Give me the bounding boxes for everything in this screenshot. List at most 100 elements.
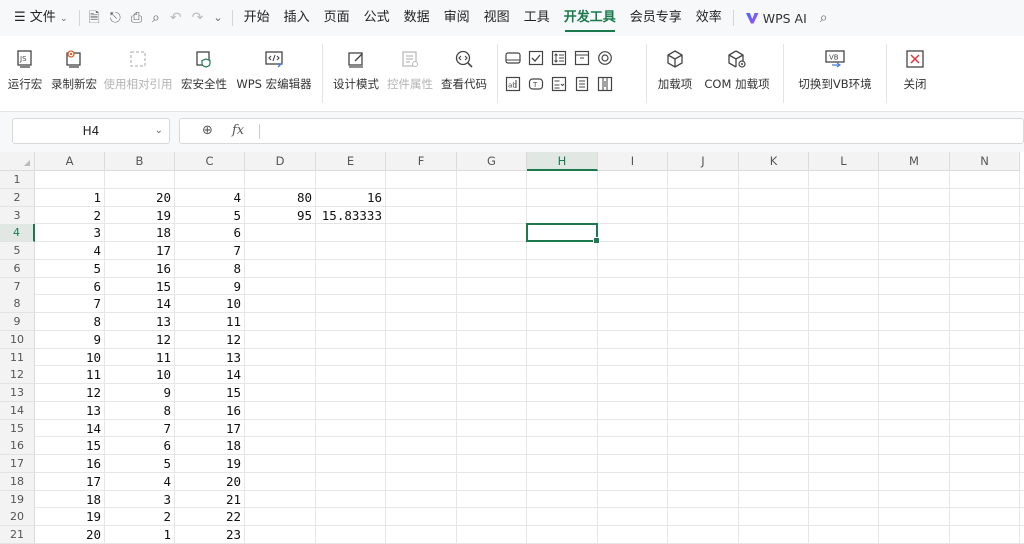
cell-c8[interactable]: 10	[175, 295, 245, 313]
cell-a16[interactable]: 15	[35, 437, 105, 455]
column-header-a[interactable]: A	[35, 152, 105, 171]
run-macro-button[interactable]: JS 运行宏	[2, 36, 48, 111]
tab-view[interactable]: 视图	[477, 0, 517, 36]
select-all-corner[interactable]	[0, 152, 35, 171]
row-header-19[interactable]: 19	[0, 490, 35, 509]
cell-a5[interactable]: 4	[35, 242, 105, 260]
cell-b18[interactable]: 4	[105, 473, 175, 491]
row-header-3[interactable]: 3	[0, 206, 35, 225]
label-control-icon[interactable]: ab	[504, 75, 522, 93]
cell-b15[interactable]: 7	[105, 420, 175, 438]
cell-a17[interactable]: 16	[35, 455, 105, 473]
row-header-6[interactable]: 6	[0, 259, 35, 278]
cell-c17[interactable]: 19	[175, 455, 245, 473]
cell-c5[interactable]: 7	[175, 242, 245, 260]
cell-c13[interactable]: 15	[175, 384, 245, 402]
cell-b10[interactable]: 12	[105, 331, 175, 349]
macro-editor-button[interactable]: WPS 宏编辑器	[232, 36, 316, 111]
view-code-button[interactable]: 查看代码	[437, 36, 491, 111]
checkbox-control-icon[interactable]	[527, 49, 545, 67]
wps-ai-button[interactable]: WPS AI	[738, 11, 815, 26]
cell-a9[interactable]: 8	[35, 313, 105, 331]
tab-page[interactable]: 页面	[317, 0, 357, 36]
cell-b2[interactable]: 20	[105, 189, 175, 207]
column-header-e[interactable]: E	[316, 152, 386, 171]
cell-c9[interactable]: 11	[175, 313, 245, 331]
cell-e2[interactable]: 16	[316, 189, 386, 207]
undo-icon[interactable]: ↶	[165, 0, 187, 36]
row-header-21[interactable]: 21	[0, 526, 35, 544]
tab-efficiency[interactable]: 效率	[689, 0, 729, 36]
row-header-7[interactable]: 7	[0, 277, 35, 296]
cell-a4[interactable]: 3	[35, 224, 105, 242]
main-menu-button[interactable]: ☰ 文件 ⌄	[0, 0, 75, 36]
column-header-j[interactable]: J	[668, 152, 739, 171]
tab-tools[interactable]: 工具	[517, 0, 557, 36]
cell-b6[interactable]: 16	[105, 260, 175, 278]
tab-formula[interactable]: 公式	[357, 0, 397, 36]
cell-b4[interactable]: 18	[105, 224, 175, 242]
cell-c3[interactable]: 5	[175, 207, 245, 225]
row-header-13[interactable]: 13	[0, 384, 35, 402]
tab-member[interactable]: 会员专享	[623, 0, 689, 36]
cell-c16[interactable]: 18	[175, 437, 245, 455]
cell-c14[interactable]: 16	[175, 402, 245, 420]
column-header-g[interactable]: G	[457, 152, 527, 171]
row-header-18[interactable]: 18	[0, 472, 35, 491]
cell-c15[interactable]: 17	[175, 420, 245, 438]
cell-a14[interactable]: 13	[35, 402, 105, 420]
cell-c6[interactable]: 8	[175, 260, 245, 278]
design-mode-button[interactable]: 设计模式	[329, 36, 383, 111]
fx-icon[interactable]: fx	[232, 123, 244, 138]
column-header-f[interactable]: F	[386, 152, 457, 171]
cell-b9[interactable]: 13	[105, 313, 175, 331]
listbox-control-icon[interactable]	[573, 75, 591, 93]
cell-b13[interactable]: 9	[105, 384, 175, 402]
cell-b19[interactable]: 3	[105, 491, 175, 509]
relative-reference-button[interactable]: 使用相对引用	[100, 36, 176, 111]
cell-c11[interactable]: 13	[175, 349, 245, 367]
row-header-5[interactable]: 5	[0, 242, 35, 260]
search-icon[interactable]: ⌕	[815, 0, 833, 36]
tab-insert[interactable]: 插入	[277, 0, 317, 36]
cell-a7[interactable]: 6	[35, 278, 105, 296]
cell-a8[interactable]: 7	[35, 295, 105, 313]
row-header-2[interactable]: 2	[0, 188, 35, 207]
row-header-10[interactable]: 10	[0, 330, 35, 349]
cell-c19[interactable]: 21	[175, 491, 245, 509]
row-header-11[interactable]: 11	[0, 348, 35, 367]
tab-review[interactable]: 审阅	[437, 0, 477, 36]
column-header-n[interactable]: N	[950, 152, 1020, 171]
cell-a19[interactable]: 18	[35, 491, 105, 509]
row-header-17[interactable]: 17	[0, 455, 35, 473]
column-header-h[interactable]: H	[527, 152, 598, 171]
row-header-14[interactable]: 14	[0, 401, 35, 420]
cell-a10[interactable]: 9	[35, 331, 105, 349]
row-header-12[interactable]: 12	[0, 366, 35, 385]
cell-a20[interactable]: 19	[35, 508, 105, 526]
groupbox-control-icon[interactable]	[573, 49, 591, 67]
scrollbar-control-icon[interactable]	[596, 75, 614, 93]
tab-developer[interactable]: 开发工具	[557, 0, 623, 36]
print-icon[interactable]: ⎙	[126, 0, 147, 36]
combobox-control-icon[interactable]	[550, 75, 568, 93]
cell-d2[interactable]: 80	[245, 189, 316, 207]
textbox-control-icon[interactable]: T	[527, 75, 545, 93]
close-developer-button[interactable]: 关闭	[893, 36, 937, 111]
share-icon[interactable]: ⎋	[105, 0, 126, 36]
cell-b20[interactable]: 2	[105, 508, 175, 526]
row-header-1[interactable]: 1	[0, 171, 35, 189]
cell-a13[interactable]: 12	[35, 384, 105, 402]
cell-b5[interactable]: 17	[105, 242, 175, 260]
column-header-c[interactable]: C	[175, 152, 245, 171]
chevron-down-icon[interactable]: ⌄	[155, 119, 163, 143]
tab-data[interactable]: 数据	[397, 0, 437, 36]
cell-c2[interactable]: 4	[175, 189, 245, 207]
cell-d3[interactable]: 95	[245, 207, 316, 225]
cell-b12[interactable]: 10	[105, 366, 175, 384]
cell-a11[interactable]: 10	[35, 349, 105, 367]
cell-a3[interactable]: 2	[35, 207, 105, 225]
zoom-in-icon[interactable]: ⊕	[202, 123, 213, 138]
control-properties-button[interactable]: 控件属性	[383, 36, 437, 111]
cell-b7[interactable]: 15	[105, 278, 175, 296]
